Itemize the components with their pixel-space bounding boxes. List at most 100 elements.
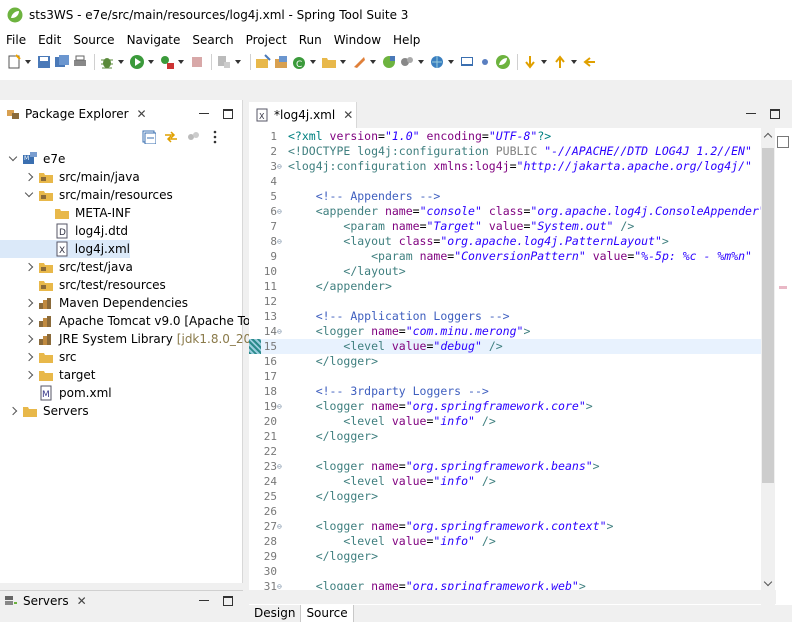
- menu-file[interactable]: File: [0, 30, 32, 50]
- tree-item[interactable]: Maven Dependencies: [0, 294, 188, 312]
- chevron-right-icon[interactable]: [24, 298, 34, 308]
- new-dropdown-icon[interactable]: [24, 54, 32, 70]
- code-line[interactable]: 8 ⊖ <layout class="org.apache.log4j.Patte…: [249, 234, 761, 249]
- tree-item[interactable]: src/test/resources: [0, 276, 166, 294]
- vertical-scrollbar[interactable]: [761, 128, 775, 605]
- tree-item[interactable]: Servers: [0, 402, 89, 420]
- print-icon[interactable]: [72, 54, 88, 70]
- code-line[interactable]: 28 <level value="info" />: [249, 534, 761, 549]
- code-line[interactable]: 29 </logger>: [249, 549, 761, 564]
- tree-item[interactable]: target: [0, 366, 96, 384]
- tree-item[interactable]: src/test/java: [0, 258, 133, 276]
- maximize-icon[interactable]: [223, 596, 233, 606]
- globe-dropdown-icon[interactable]: [447, 54, 455, 70]
- new-icon[interactable]: [6, 54, 22, 70]
- external-tools-icon[interactable]: [159, 54, 175, 70]
- code-line[interactable]: 21 </logger>: [249, 429, 761, 444]
- menu-navigate[interactable]: Navigate: [121, 30, 187, 50]
- pin-icon[interactable]: [477, 54, 493, 70]
- chevron-down-icon[interactable]: [8, 154, 18, 164]
- chevron-right-icon[interactable]: [24, 172, 34, 182]
- fold-toggle-icon[interactable]: ⊖: [277, 204, 285, 219]
- chevron-right-icon[interactable]: [24, 370, 34, 380]
- fold-toggle-icon[interactable]: ⊖: [277, 519, 285, 534]
- code-line[interactable]: 9 <param name="ConversionPattern" value=…: [249, 249, 761, 264]
- tree-item[interactable]: src/main/java: [0, 168, 140, 186]
- run-dropdown-icon[interactable]: [147, 54, 155, 70]
- chevron-right-icon[interactable]: [24, 316, 34, 326]
- code-line[interactable]: 22: [249, 444, 761, 459]
- xml-source-editor[interactable]: 1 <?xml version="1.0" encoding="UTF-8"?> 2…: [249, 128, 761, 605]
- code-line[interactable]: 2 <!DOCTYPE log4j:configuration PUBLIC "-…: [249, 144, 761, 159]
- design-tab[interactable]: Design: [249, 605, 302, 622]
- run-icon[interactable]: [129, 54, 145, 70]
- scroll-thumb[interactable]: [762, 148, 774, 483]
- code-line[interactable]: 18 <!-- 3rdparty Loggers -->: [249, 384, 761, 399]
- new-project-icon[interactable]: [255, 54, 271, 70]
- editor-tab-log4j[interactable]: X *log4j.xml ✕: [249, 102, 357, 128]
- code-line[interactable]: 20 <level value="info" />: [249, 414, 761, 429]
- code-line[interactable]: 25 </logger>: [249, 489, 761, 504]
- annotation-marker[interactable]: [779, 286, 787, 289]
- menu-help[interactable]: Help: [387, 30, 426, 50]
- prev-annotation-icon[interactable]: [552, 54, 568, 70]
- fold-toggle-icon[interactable]: ⊖: [277, 459, 285, 474]
- package-explorer-tab[interactable]: Package Explorer ✕: [6, 101, 147, 127]
- next-annotation-icon[interactable]: [522, 54, 538, 70]
- code-line[interactable]: 19 ⊖ <logger name="org.springframework.co…: [249, 399, 761, 414]
- code-line[interactable]: 7 <param name="Target" value="System.out…: [249, 219, 761, 234]
- rocket-icon[interactable]: [351, 54, 367, 70]
- rocket-dropdown-icon[interactable]: [369, 54, 377, 70]
- menu-search[interactable]: Search: [186, 30, 239, 50]
- open-folder-icon[interactable]: [321, 54, 337, 70]
- code-line[interactable]: 24 <level value="info" />: [249, 474, 761, 489]
- source-tab[interactable]: Source: [301, 605, 354, 622]
- menu-window[interactable]: Window: [328, 30, 387, 50]
- tree-item[interactable]: Xlog4j.xml: [0, 240, 130, 258]
- spring-perspective-icon[interactable]: [495, 54, 511, 70]
- tree-item[interactable]: src/main/resources: [0, 186, 173, 204]
- link-with-editor-icon[interactable]: [164, 130, 178, 144]
- spring-boot-icon[interactable]: [381, 54, 397, 70]
- code-line[interactable]: 23 ⊖ <logger name="org.springframework.be…: [249, 459, 761, 474]
- chevron-down-icon[interactable]: [24, 190, 34, 200]
- menu-source[interactable]: Source: [67, 30, 120, 50]
- tree-item[interactable]: META-INF: [0, 204, 131, 222]
- scroll-down-icon[interactable]: [764, 579, 772, 587]
- tree-item[interactable]: src: [0, 348, 77, 366]
- horizontal-scrollbar[interactable]: [249, 590, 776, 604]
- tree-item[interactable]: Me7e: [0, 150, 65, 168]
- fold-toggle-icon[interactable]: ⊖: [277, 159, 285, 174]
- fold-toggle-icon[interactable]: ⊖: [277, 324, 285, 339]
- close-icon[interactable]: ✕: [77, 594, 87, 608]
- open-folder-dropdown-icon[interactable]: [339, 54, 347, 70]
- search-dropdown-icon[interactable]: [417, 54, 425, 70]
- tree-item[interactable]: JRE System Library [jdk1.8.0_202]: [0, 330, 264, 348]
- chevron-right-icon[interactable]: [8, 406, 18, 416]
- tree-item[interactable]: Apache Tomcat v9.0 [Apache Ton: [0, 312, 258, 330]
- search-people-icon[interactable]: [399, 54, 415, 70]
- code-line[interactable]: 5 <!-- Appenders -->: [249, 189, 761, 204]
- minimize-icon[interactable]: [746, 109, 756, 119]
- maximize-icon[interactable]: [223, 109, 233, 119]
- new-class-icon[interactable]: C: [291, 54, 307, 70]
- menu-run[interactable]: Run: [293, 30, 328, 50]
- scroll-up-icon[interactable]: [764, 132, 772, 140]
- code-line[interactable]: 11 </appender>: [249, 279, 761, 294]
- servers-tab[interactable]: Servers ✕: [4, 588, 87, 614]
- code-line[interactable]: 1 <?xml version="1.0" encoding="UTF-8"?>: [249, 129, 761, 144]
- code-line[interactable]: 30: [249, 564, 761, 579]
- package-icon[interactable]: [273, 54, 289, 70]
- code-line[interactable]: 27 ⊖ <logger name="org.springframework.co…: [249, 519, 761, 534]
- code-line[interactable]: 13 <!-- Application Loggers -->: [249, 309, 761, 324]
- close-icon[interactable]: ✕: [137, 107, 147, 121]
- code-line[interactable]: 10 </layout>: [249, 264, 761, 279]
- close-icon[interactable]: ✕: [343, 108, 353, 122]
- globe-icon[interactable]: [429, 54, 445, 70]
- code-line[interactable]: 14 ⊖ <logger name="com.minu.merong">: [249, 324, 761, 339]
- console-icon[interactable]: [459, 54, 475, 70]
- fold-toggle-icon[interactable]: ⊖: [277, 399, 285, 414]
- maximize-icon[interactable]: [770, 109, 780, 119]
- code-line[interactable]: 16 </logger>: [249, 354, 761, 369]
- fold-toggle-icon[interactable]: ⊖: [277, 234, 285, 249]
